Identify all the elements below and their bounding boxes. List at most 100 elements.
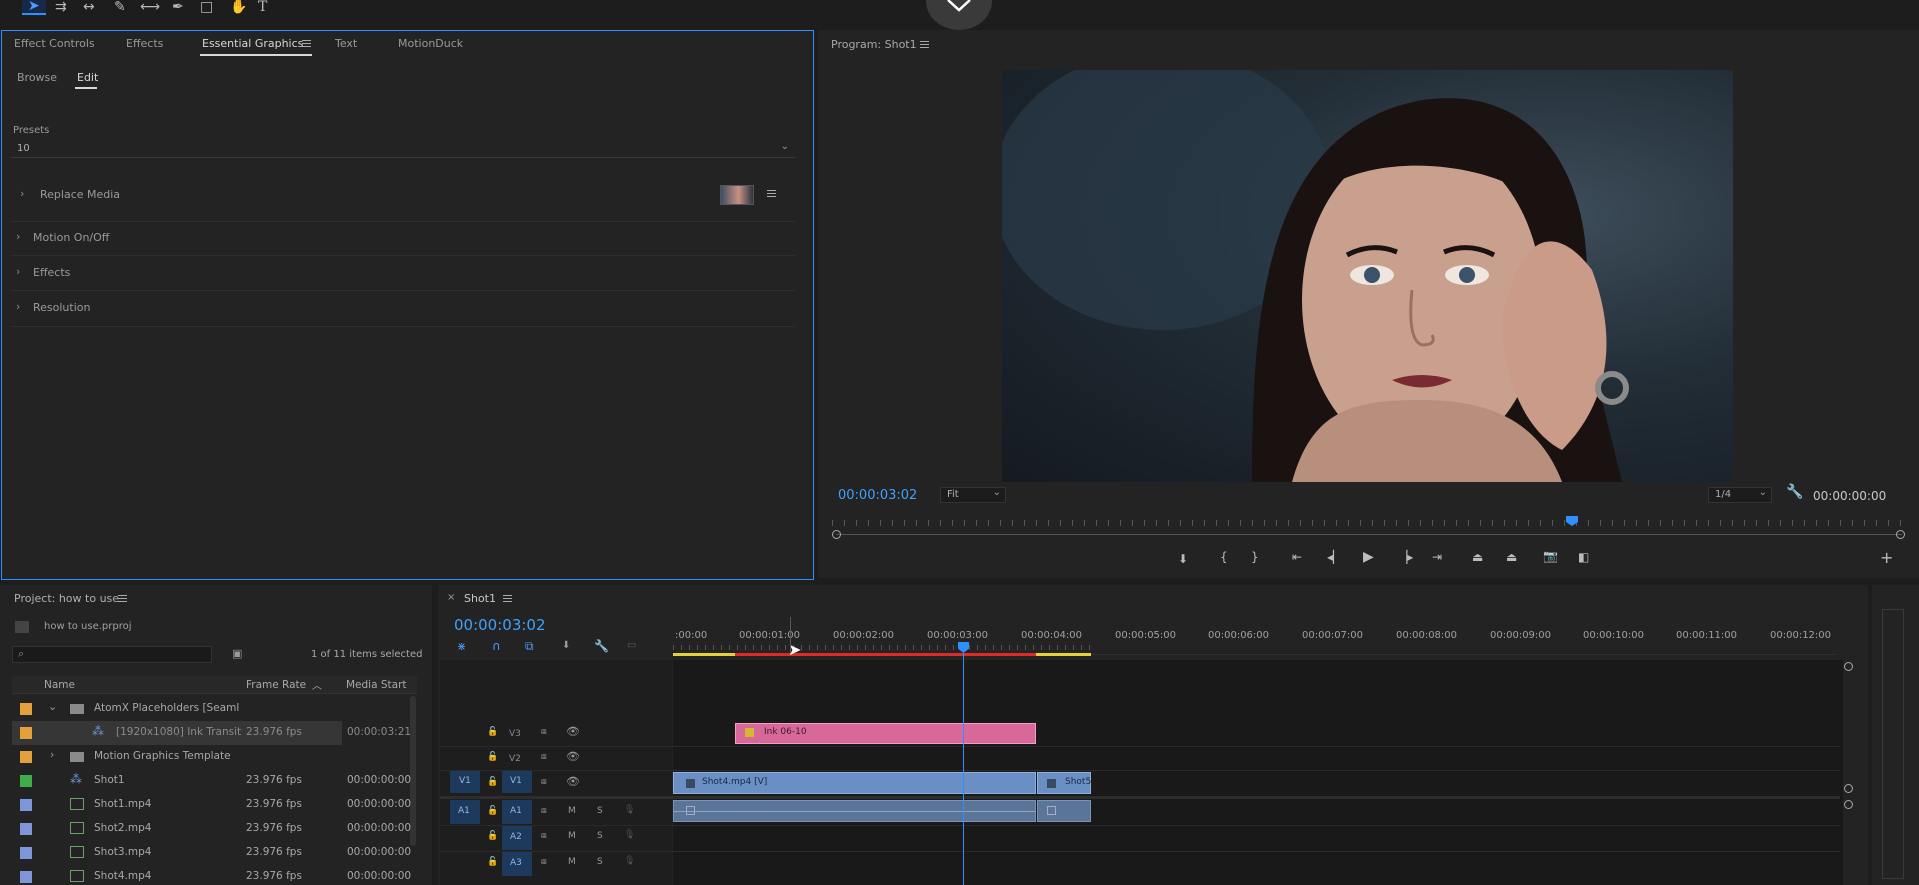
mute-button[interactable]: M bbox=[568, 857, 576, 867]
list-item[interactable]: Shot1.mp4 23.976 fps 00:00:00:00 bbox=[12, 793, 411, 817]
slip-tool-icon[interactable]: ⟷ bbox=[140, 0, 160, 14]
section-effects[interactable]: Effects bbox=[33, 266, 70, 279]
replace-media-menu-icon[interactable] bbox=[767, 190, 776, 197]
list-item[interactable]: › Motion Graphics Template bbox=[12, 745, 342, 769]
hand-tool-icon[interactable]: ✋ bbox=[230, 0, 247, 14]
tab-effects[interactable]: Effects bbox=[126, 37, 163, 50]
sync-lock-icon[interactable]: ⧈ bbox=[541, 752, 547, 762]
sync-lock-icon[interactable]: ⧈ bbox=[541, 777, 547, 787]
add-marker-icon[interactable]: ⬇ bbox=[562, 640, 570, 651]
lock-icon[interactable]: 🔓 bbox=[487, 857, 498, 867]
rectangle-tool-icon[interactable]: □ bbox=[200, 0, 213, 14]
lock-icon[interactable]: 🔓 bbox=[487, 727, 498, 737]
resolution-dropdown[interactable]: 1/4 ⌄ bbox=[1708, 487, 1772, 503]
subtab-browse[interactable]: Browse bbox=[17, 71, 57, 84]
clip-shot5-video[interactable]: Shot5 bbox=[1037, 772, 1091, 794]
list-item[interactable]: ⁂ [1920x1080] Ink Transit 23.976 fps 00:… bbox=[12, 721, 411, 745]
solo-button[interactable]: S bbox=[597, 831, 603, 841]
wrench-icon[interactable]: 🔧 bbox=[1786, 484, 1803, 500]
eye-icon[interactable]: 👁 bbox=[566, 775, 580, 788]
clip-shot5-audio[interactable] bbox=[1037, 800, 1091, 822]
zoom-handle-right[interactable] bbox=[1896, 530, 1905, 539]
column-media-start[interactable]: Media Start bbox=[346, 679, 407, 691]
solo-button[interactable]: S bbox=[597, 857, 603, 867]
zoom-scrollbar[interactable] bbox=[836, 534, 1902, 535]
chevron-down-icon[interactable]: ⌄ bbox=[48, 700, 57, 713]
razor-tool-icon[interactable]: ✎ bbox=[114, 0, 126, 14]
expand-chevron-icon[interactable]: › bbox=[16, 265, 20, 278]
selection-tool-button[interactable]: ➤ bbox=[22, 0, 46, 15]
presets-dropdown[interactable]: 10 ⌄ bbox=[11, 141, 795, 158]
source-patch-a1[interactable]: A1 bbox=[450, 800, 480, 824]
sync-lock-icon[interactable]: ⧈ bbox=[541, 831, 547, 841]
play-icon[interactable]: ▶ bbox=[1363, 549, 1374, 565]
source-patch-v1[interactable]: V1 bbox=[450, 771, 480, 793]
list-item[interactable]: Shot3.mp4 23.976 fps 00:00:00:00 bbox=[12, 841, 411, 865]
list-item[interactable]: ⁂ Shot1 23.976 fps 00:00:00:00 bbox=[12, 769, 411, 793]
add-button-icon[interactable]: + bbox=[1880, 548, 1893, 567]
vertical-zoom-handle[interactable] bbox=[1844, 662, 1853, 671]
zoom-handle-left[interactable] bbox=[832, 530, 841, 539]
track-select-tool-icon[interactable]: ⇉ bbox=[55, 0, 67, 14]
export-frame-icon[interactable]: 📷 bbox=[1543, 549, 1558, 563]
eye-icon[interactable]: 👁 bbox=[566, 725, 580, 738]
close-overlay-button[interactable] bbox=[926, 0, 992, 30]
section-resolution[interactable]: Resolution bbox=[33, 301, 90, 314]
sync-lock-icon[interactable]: ⧈ bbox=[541, 857, 547, 867]
list-item[interactable]: Shot2.mp4 23.976 fps 00:00:00:00 bbox=[12, 817, 411, 841]
program-timecode[interactable]: 00:00:03:02 bbox=[838, 488, 917, 503]
timeline-settings-icon[interactable]: 🔧 bbox=[594, 639, 609, 653]
ripple-edit-tool-icon[interactable]: ↔ bbox=[83, 0, 95, 14]
list-item[interactable]: Shot4.mp4 23.976 fps 00:00:00:00 bbox=[12, 865, 411, 885]
microphone-icon[interactable]: 🎙 bbox=[624, 856, 635, 866]
media-thumbnail[interactable] bbox=[720, 185, 754, 205]
microphone-icon[interactable]: 🎙 bbox=[624, 805, 635, 815]
program-video-frame[interactable] bbox=[1002, 70, 1733, 482]
mark-out-icon[interactable]: } bbox=[1251, 550, 1259, 564]
add-marker-icon[interactable]: ⬇ bbox=[1178, 552, 1188, 566]
type-tool-icon[interactable]: T bbox=[258, 0, 267, 14]
clip-ink[interactable]: Ink 06-10 bbox=[735, 723, 1036, 744]
nest-icon[interactable]: ⋇ bbox=[457, 640, 466, 653]
snap-icon[interactable]: ∩ bbox=[492, 639, 501, 653]
track-target-a1[interactable]: A1 bbox=[502, 800, 532, 824]
timeline-timecode[interactable]: 00:00:03:02 bbox=[454, 616, 546, 634]
track-target-a2[interactable]: A2 bbox=[502, 826, 532, 850]
vertical-zoom-handle[interactable] bbox=[1844, 784, 1853, 793]
step-back-icon[interactable]: ◂▏ bbox=[1327, 550, 1342, 564]
section-motion-on-off[interactable]: Motion On/Off bbox=[33, 231, 109, 244]
close-icon[interactable]: × bbox=[447, 592, 455, 603]
tab-essential-graphics[interactable]: Essential Graphics bbox=[202, 37, 303, 50]
comparison-view-icon[interactable]: ◧ bbox=[1578, 550, 1589, 564]
sync-lock-icon[interactable]: ⧈ bbox=[541, 806, 547, 816]
go-to-out-icon[interactable]: ⇥ bbox=[1432, 550, 1442, 564]
mark-in-icon[interactable]: { bbox=[1220, 550, 1228, 564]
vertical-zoom-handle[interactable] bbox=[1844, 800, 1853, 809]
project-menu-icon[interactable] bbox=[118, 595, 127, 602]
new-bin-icon[interactable]: ▣ bbox=[232, 647, 242, 660]
fit-dropdown[interactable]: Fit ⌄ bbox=[940, 487, 1006, 503]
chevron-right-icon[interactable]: › bbox=[50, 748, 54, 761]
linked-selection-icon[interactable]: ⧉ bbox=[525, 639, 534, 654]
step-forward-icon[interactable]: ▕▸ bbox=[1398, 550, 1413, 564]
panel-menu-icon[interactable] bbox=[302, 40, 311, 47]
lift-icon[interactable]: ⏏ bbox=[1472, 550, 1483, 564]
sync-lock-icon[interactable]: ⧈ bbox=[541, 727, 547, 737]
mute-button[interactable]: M bbox=[568, 806, 576, 816]
lock-icon[interactable]: 🔓 bbox=[487, 777, 498, 787]
column-name[interactable]: Name bbox=[44, 679, 75, 691]
track-target-a3[interactable]: A3 bbox=[502, 852, 532, 876]
track-target-v1[interactable]: V1 bbox=[502, 771, 532, 793]
mute-button[interactable]: M bbox=[568, 831, 576, 841]
lock-icon[interactable]: 🔓 bbox=[487, 752, 498, 762]
subtab-edit[interactable]: Edit bbox=[77, 71, 98, 84]
tab-effect-controls[interactable]: Effect Controls bbox=[14, 37, 95, 50]
microphone-icon[interactable]: 🎙 bbox=[624, 830, 635, 840]
program-time-ruler[interactable] bbox=[832, 512, 1902, 534]
tab-text[interactable]: Text bbox=[335, 37, 357, 50]
expand-chevron-icon[interactable]: › bbox=[16, 230, 20, 243]
clip-shot4-audio[interactable] bbox=[673, 800, 1036, 822]
search-input[interactable]: ⌕ bbox=[12, 646, 212, 663]
tab-motionduck[interactable]: MotionDuck bbox=[398, 37, 463, 50]
lock-icon[interactable]: 🔓 bbox=[487, 831, 498, 841]
